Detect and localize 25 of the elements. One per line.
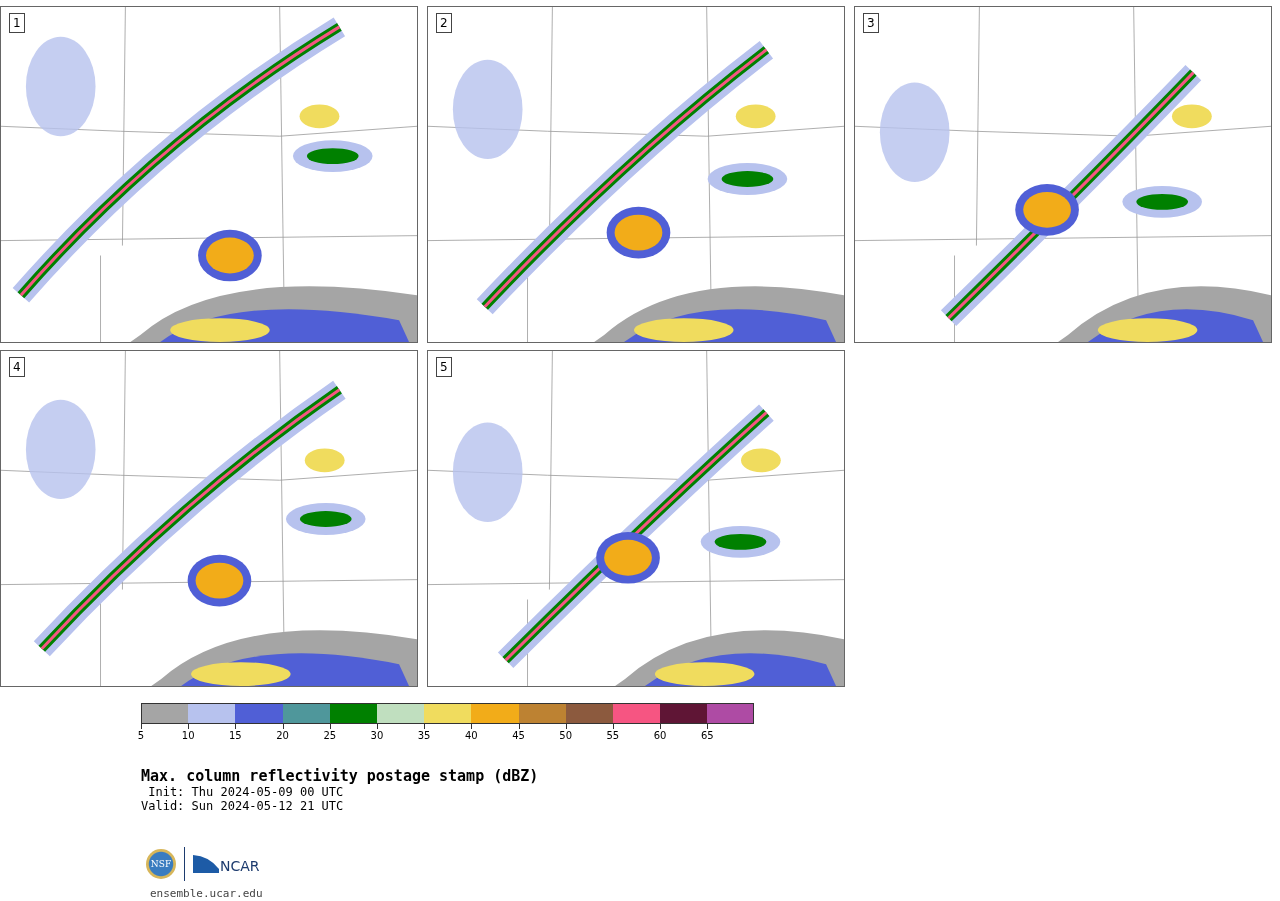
ncar-logo: NCAR [220, 859, 260, 873]
tick-label: 25 [323, 730, 337, 741]
tick-label: 60 [653, 730, 667, 741]
panel-number: 4 [9, 357, 25, 377]
panel-number: 5 [436, 357, 452, 377]
panel-number: 3 [863, 13, 879, 33]
site-url: ensemble.ucar.edu [150, 887, 264, 900]
swoosh-icon [193, 855, 219, 873]
tick-label: 45 [512, 730, 525, 741]
tick-label: 40 [464, 730, 478, 741]
tick-label: 30 [370, 730, 384, 741]
tick-label: 35 [417, 730, 431, 741]
tick-label: 65 [700, 730, 714, 741]
chart-title: Max. column reflectivity postage stamp (dBZ) [141, 767, 540, 785]
tick-label: 10 [181, 730, 195, 741]
tick-label: 50 [559, 730, 573, 741]
panel-number: 2 [436, 13, 452, 33]
tick-label: 15 [229, 730, 242, 741]
valid-time: Valid: Sun 2024-05-12 21 UTC [141, 799, 345, 813]
tick-label: 20 [276, 730, 289, 741]
nsf-logo: NSF [146, 849, 176, 879]
tick-label: 55 [606, 730, 620, 741]
tick-label: 5 [137, 730, 145, 741]
panel-number: 1 [9, 13, 25, 33]
init-time: Init: Thu 2024-05-09 00 UTC [147, 785, 345, 799]
